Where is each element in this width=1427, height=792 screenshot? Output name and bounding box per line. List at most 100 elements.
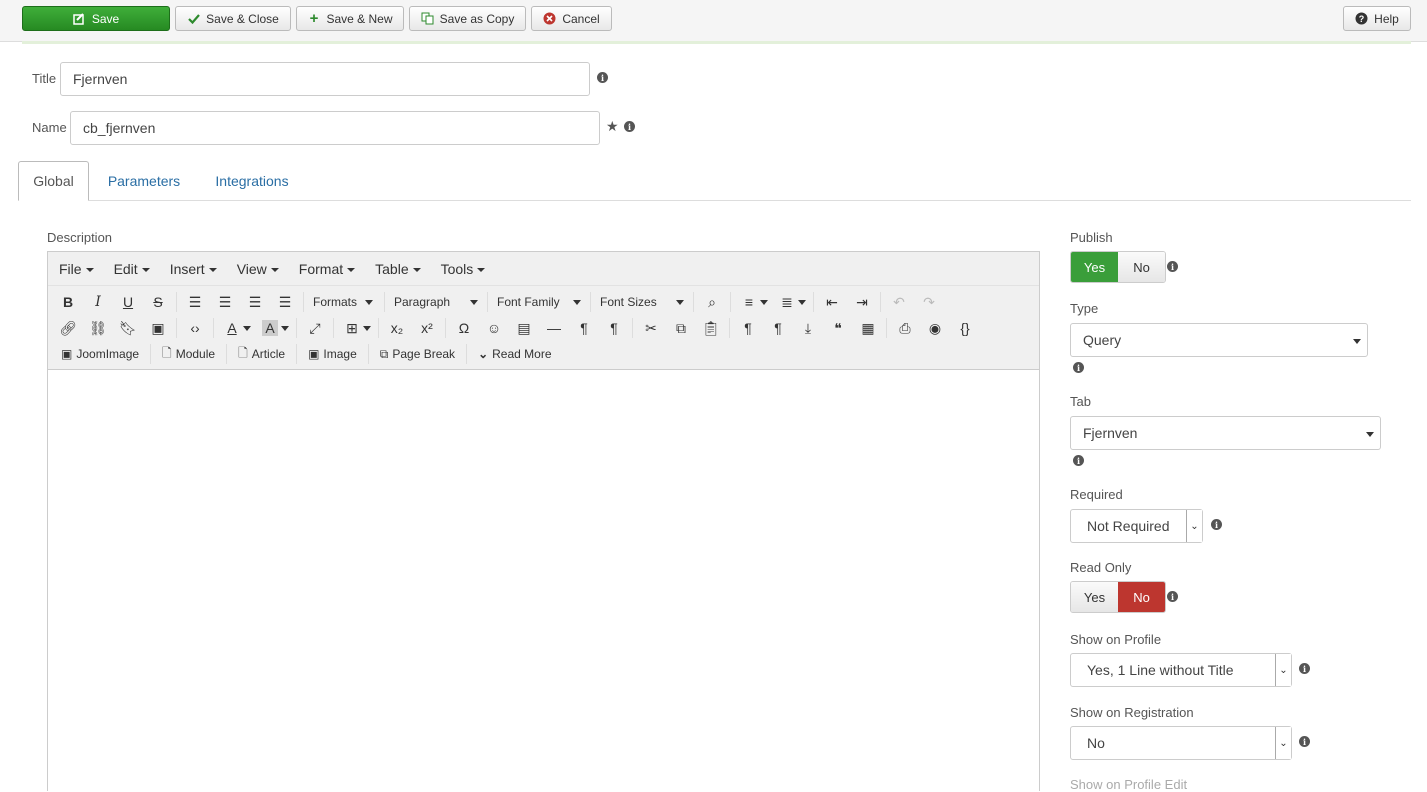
article-button[interactable]: 🗋︎ Article xyxy=(230,342,293,366)
background-color-icon[interactable]: A xyxy=(262,320,278,336)
preview-icon[interactable]: ◉ xyxy=(920,316,950,340)
cancel-icon xyxy=(543,12,556,25)
menu-table[interactable]: Table xyxy=(375,261,420,277)
joomimage-button[interactable]: ▣ JoomImage xyxy=(53,342,147,366)
help-button[interactable]: ? Help xyxy=(1343,6,1411,31)
show-on-registration-label: Show on Registration xyxy=(1070,705,1194,720)
tab-select[interactable]: Fjernven xyxy=(1070,416,1381,450)
title-label: Title xyxy=(32,71,57,86)
source-code-icon[interactable]: {} xyxy=(950,316,980,340)
module-button[interactable]: 🗋︎ Module xyxy=(154,342,223,366)
cancel-button[interactable]: Cancel xyxy=(531,6,612,31)
copy-icon xyxy=(421,12,434,25)
superscript-icon[interactable]: x² xyxy=(412,316,442,340)
fullscreen-icon[interactable]: ⤢ xyxy=(300,316,330,340)
copy-icon[interactable]: ⧉ xyxy=(666,316,696,340)
read-only-toggle: Yes No xyxy=(1070,581,1166,613)
save-button[interactable]: Save xyxy=(22,6,170,31)
indent-icon[interactable]: ⇥ xyxy=(847,290,877,314)
font-family-dropdown[interactable]: Font Family xyxy=(491,290,587,314)
chevron-down-icon: ⌄ xyxy=(1275,727,1291,759)
save-close-button[interactable]: Save & Close xyxy=(175,6,291,31)
info-icon: i xyxy=(1299,736,1310,747)
visual-blocks-icon[interactable]: ¶ xyxy=(763,316,793,340)
required-select[interactable]: Not Required ⌄ xyxy=(1070,509,1203,543)
link-icon[interactable]: 🔗︎ xyxy=(53,316,83,340)
read-only-label: Read Only xyxy=(1070,560,1132,575)
save-copy-button[interactable]: Save as Copy xyxy=(409,6,526,31)
read-only-no-button[interactable]: No xyxy=(1118,582,1165,612)
visual-chars-icon[interactable]: ¶ xyxy=(733,316,763,340)
editor-menubar: File Edit Insert View Format Table Tools xyxy=(48,252,1039,286)
print-icon[interactable]: ⎙ xyxy=(890,316,920,340)
align-left-icon[interactable]: ☰ xyxy=(180,290,210,314)
code-icon[interactable]: ‹› xyxy=(180,316,210,340)
show-on-profile-label: Show on Profile xyxy=(1070,632,1162,647)
unlink-icon[interactable]: ⛓ xyxy=(83,316,113,340)
picture-icon: ▣ xyxy=(308,347,320,361)
align-center-icon[interactable]: ☰ xyxy=(210,290,240,314)
image-button[interactable]: ▣ Image xyxy=(300,342,365,366)
info-icon: i xyxy=(1211,519,1222,530)
tab-global[interactable]: Global xyxy=(18,161,89,201)
menu-insert[interactable]: Insert xyxy=(170,261,217,277)
menu-file[interactable]: File xyxy=(59,261,94,277)
underline-icon[interactable]: U xyxy=(113,290,143,314)
cut-icon[interactable]: ✂ xyxy=(636,316,666,340)
tab-integrations[interactable]: Integrations xyxy=(206,161,298,201)
info-icon: i xyxy=(1167,591,1178,602)
plus-icon: + xyxy=(309,10,319,27)
show-on-registration-select[interactable]: No ⌄ xyxy=(1070,726,1292,760)
redo-icon[interactable]: ↷ xyxy=(914,290,944,314)
save-new-button[interactable]: + Save & New xyxy=(296,6,404,31)
strikethrough-icon[interactable]: S xyxy=(143,290,173,314)
name-input[interactable]: cb_fjernven xyxy=(70,111,600,145)
template-icon[interactable]: ⤓ xyxy=(793,316,823,340)
bold-icon[interactable]: B xyxy=(53,290,83,314)
blockquote-icon[interactable]: ❝ xyxy=(823,316,853,340)
info-icon: i xyxy=(1073,455,1084,466)
info-icon: i xyxy=(624,121,635,132)
read-only-yes-button[interactable]: Yes xyxy=(1071,582,1118,612)
info-icon: i xyxy=(1167,261,1178,272)
tab-parameters[interactable]: Parameters xyxy=(100,161,188,201)
outdent-icon[interactable]: ⇤ xyxy=(817,290,847,314)
file-add-icon: 🗋︎ xyxy=(162,345,172,360)
bookmark-icon[interactable]: 🔖︎ xyxy=(113,316,143,340)
menu-view[interactable]: View xyxy=(237,261,279,277)
emoticons-icon[interactable]: ☺ xyxy=(479,316,509,340)
align-right-icon[interactable]: ☰ xyxy=(240,290,270,314)
show-on-profile-select[interactable]: Yes, 1 Line without Title ⌄ xyxy=(1070,653,1292,687)
horizontal-rule-icon[interactable]: — xyxy=(539,316,569,340)
menu-edit[interactable]: Edit xyxy=(114,261,150,277)
formats-dropdown[interactable]: Formats xyxy=(307,290,381,314)
ltr-icon[interactable]: ¶ xyxy=(569,316,599,340)
publish-no-button[interactable]: No xyxy=(1118,252,1165,282)
chevron-down-icon: ⌄ xyxy=(1186,510,1202,542)
menu-format[interactable]: Format xyxy=(299,261,355,277)
tab-label: Tab xyxy=(1070,394,1091,409)
image-icon[interactable]: ▣ xyxy=(143,316,173,340)
read-more-button[interactable]: ⌄ Read More xyxy=(470,342,559,366)
align-justify-icon[interactable]: ☰ xyxy=(270,290,300,314)
paste-icon[interactable]: 📋︎ xyxy=(696,316,726,340)
page-break-button[interactable]: ⧉ Page Break xyxy=(372,342,463,366)
subscript-icon[interactable]: x₂ xyxy=(382,316,412,340)
title-input[interactable]: Fjernven xyxy=(60,62,590,96)
toolbar-row-1: B I U S ☰ ☰ ☰ ☰ Formats Paragraph Font F… xyxy=(53,290,944,314)
find-icon[interactable]: ⌕ xyxy=(697,290,727,314)
tab-divider xyxy=(18,200,1411,201)
menu-tools[interactable]: Tools xyxy=(441,261,486,277)
editor-content-area[interactable] xyxy=(48,370,1039,791)
italic-icon[interactable]: I xyxy=(83,290,113,314)
special-character-icon[interactable]: Ω xyxy=(449,316,479,340)
type-select[interactable]: Query xyxy=(1070,323,1368,357)
chevron-down-icon: ⌄ xyxy=(1275,654,1291,686)
block-format-dropdown[interactable]: Paragraph xyxy=(388,290,484,314)
visual-aid-icon[interactable]: ▦ xyxy=(853,316,883,340)
undo-icon[interactable]: ↶ xyxy=(884,290,914,314)
media-icon[interactable]: ▤ xyxy=(509,316,539,340)
font-sizes-dropdown[interactable]: Font Sizes xyxy=(594,290,690,314)
publish-yes-button[interactable]: Yes xyxy=(1071,252,1118,282)
rtl-icon[interactable]: ¶ xyxy=(599,316,629,340)
